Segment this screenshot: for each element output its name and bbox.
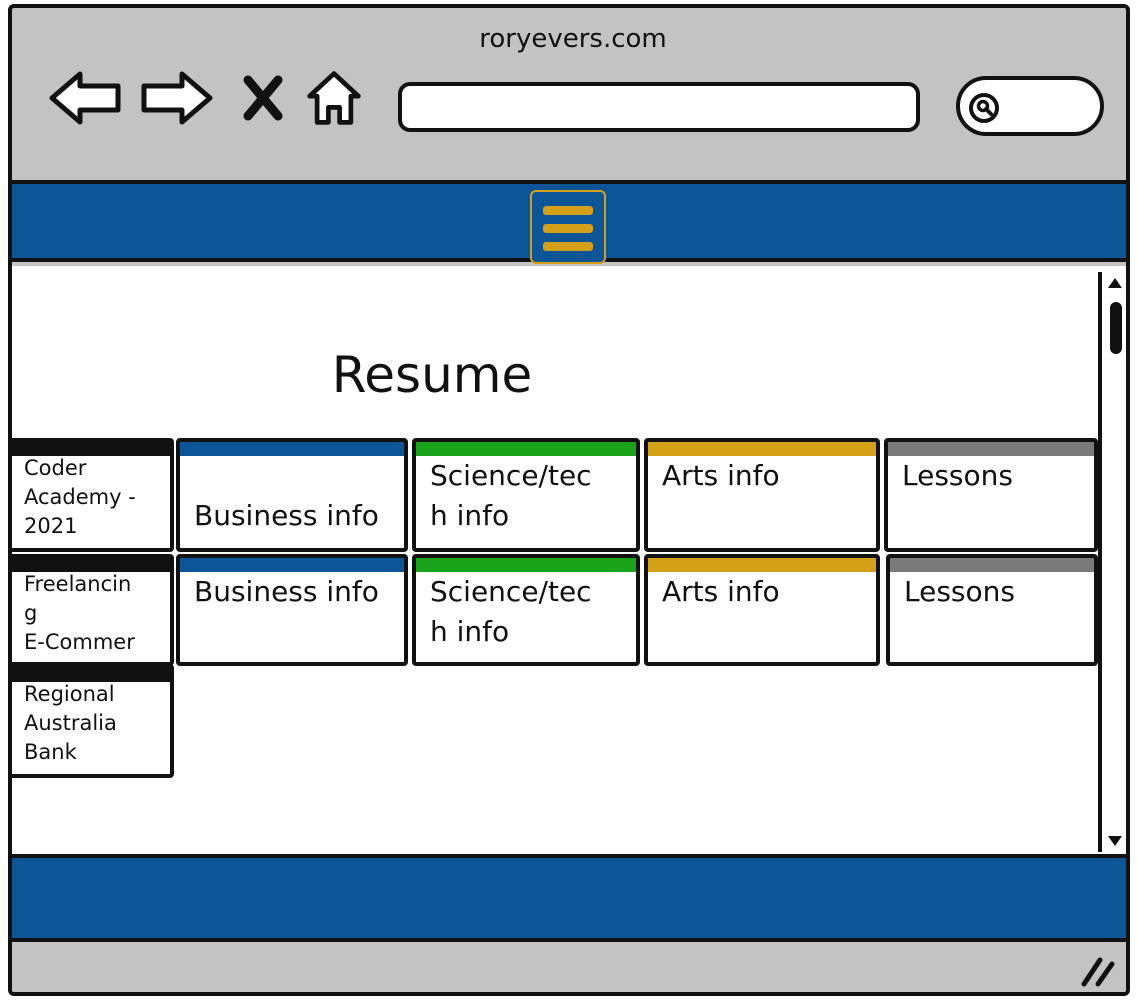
card-accent-bar [890, 558, 1094, 572]
experience-label: Coder Academy - 2021 [24, 456, 136, 538]
search-icon [969, 93, 999, 123]
card-label: Lessons [902, 459, 1013, 492]
page-content: Resume Coder Academy - 2021 Business inf… [12, 266, 1126, 854]
card-accent-bar [648, 558, 876, 572]
arts-info-card[interactable]: Arts info [644, 438, 880, 552]
experience-label: Regional Australia Bank [24, 682, 117, 764]
card-accent-bar [180, 558, 404, 572]
hamburger-line [543, 242, 593, 251]
card-label: Science/tec h info [430, 575, 592, 648]
card-accent-bar [648, 442, 876, 456]
status-bar [12, 942, 1126, 992]
back-arrow-icon[interactable] [46, 68, 126, 128]
url-bar[interactable] [398, 82, 920, 132]
card-label: Business info [194, 499, 379, 532]
card-label: Arts info [662, 575, 780, 608]
science-tech-info-card[interactable]: Science/tec h info [412, 554, 640, 666]
card-label: Lessons [904, 575, 1015, 608]
page-title: Resume [331, 346, 533, 404]
card-accent-bar [416, 558, 636, 572]
card-label: Arts info [662, 459, 780, 492]
card-label: Business info [194, 575, 379, 608]
experience-card-coder-academy[interactable]: Coder Academy - 2021 [12, 438, 174, 552]
site-title: roryevers.com [479, 24, 667, 54]
scrollbar-thumb[interactable] [1110, 302, 1122, 354]
card-accent-bar [416, 442, 636, 456]
hamburger-line [543, 224, 593, 233]
business-info-card[interactable]: Business info [176, 554, 408, 666]
hamburger-icon [543, 206, 593, 215]
experience-card-freelancing[interactable]: Freelancin g E-Commer [12, 554, 174, 666]
business-info-card[interactable]: Business info [176, 438, 408, 552]
scroll-up-arrow-icon[interactable] [1104, 272, 1126, 294]
footer-bar [12, 854, 1126, 942]
lessons-card[interactable]: Lessons [886, 554, 1098, 666]
scroll-down-arrow-icon[interactable] [1104, 830, 1126, 852]
card-accent-bar [180, 442, 404, 456]
top-nav-bar [12, 180, 1126, 264]
close-x-icon[interactable] [238, 68, 288, 128]
lessons-card[interactable]: Lessons [884, 438, 1098, 552]
hamburger-menu-button[interactable] [530, 190, 606, 264]
science-tech-info-card[interactable]: Science/tec h info [412, 438, 640, 552]
forward-arrow-icon[interactable] [136, 68, 216, 128]
browser-window: roryevers.com Resume Coder Academy - 202… [8, 4, 1130, 996]
home-icon[interactable] [302, 68, 366, 128]
experience-label: Freelancin g E-Commer [24, 572, 135, 654]
card-accent-bar [888, 442, 1094, 456]
resize-grip-icon[interactable] [1078, 950, 1118, 988]
experience-card-regional-australia-bank[interactable]: Regional Australia Bank [12, 664, 174, 778]
search-box[interactable] [956, 76, 1104, 136]
vertical-scrollbar[interactable] [1098, 272, 1124, 852]
card-label: Science/tec h info [430, 459, 592, 532]
arts-info-card[interactable]: Arts info [644, 554, 880, 666]
